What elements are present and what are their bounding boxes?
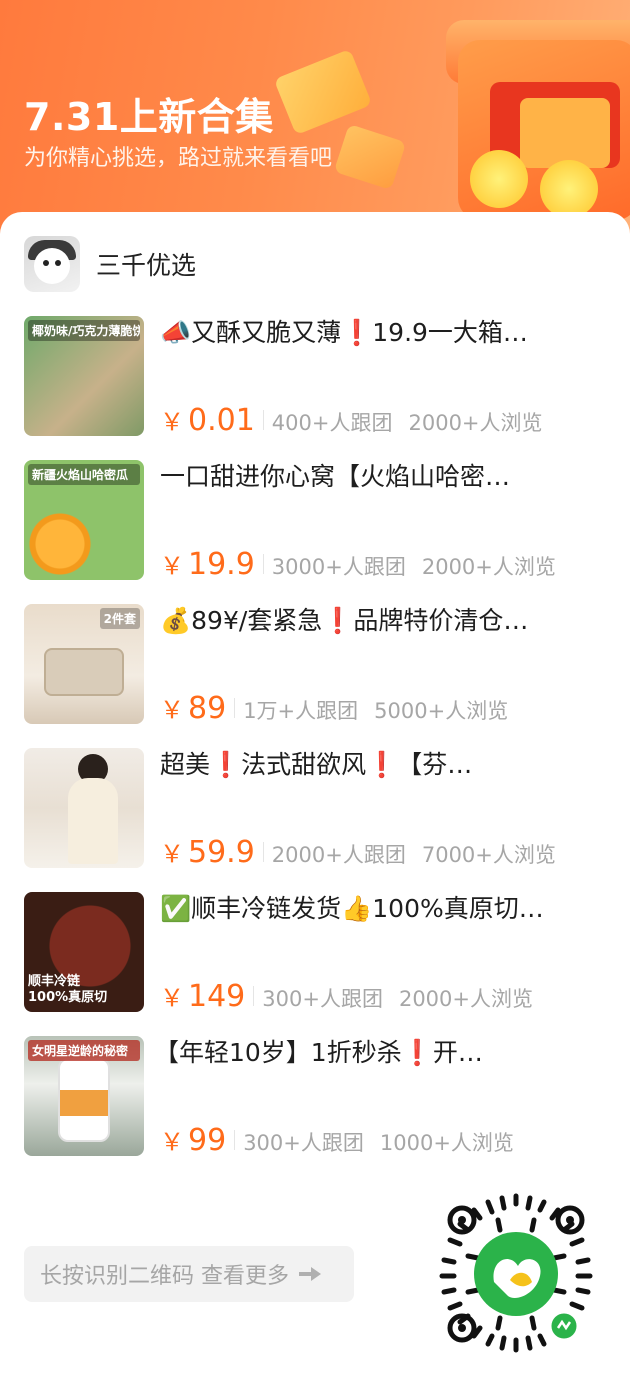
product-title[interactable]: 超美❗️法式甜欲风❗️【芬… [160,748,600,782]
product-price: ￥ 89 [160,691,227,726]
dress-image [68,778,118,864]
shop-header[interactable]: 三千优选 [24,236,196,292]
product-price: ￥ 0.01 [160,403,255,438]
product-title[interactable]: 📣又酥又脆又薄❗️19.9一大箱… [160,316,600,350]
group-count: 1万+人跟团 [243,699,359,723]
product-item[interactable]: 新疆火焰山哈密瓜 一口甜进你心窝【火焰山哈密… ￥ 19.9 3000+人跟团 2… [24,460,614,582]
group-count: 2000+人跟团 [271,843,406,867]
product-title[interactable]: 一口甜进你心窝【火焰山哈密… [160,460,600,494]
view-count: 5000+人浏览 [374,699,509,723]
product-thumbnail[interactable] [24,748,144,868]
hand-point-right-icon [299,1267,323,1281]
product-thumbnail[interactable]: 新疆火焰山哈密瓜 [24,460,144,580]
product-meta: ￥ 59.9 2000+人跟团 7000+人浏览 [160,834,572,870]
coin-icon [470,150,528,208]
coin-icon [540,160,598,218]
long-press-text: 长按识别二维码 查看更多 [40,1264,289,1289]
page-subtitle: 为你精心挑选，路过就来看看吧 [24,146,333,171]
group-count: 400+人跟团 [271,411,393,435]
avatar[interactable] [24,236,80,292]
product-item[interactable]: 女明星逆龄的秘密 【年轻10岁】1折秒杀❗️开… ￥ 99 300+人跟团 100… [24,1036,614,1158]
group-count: 300+人跟团 [243,1131,364,1155]
product-item[interactable]: 2件套 💰89¥/套紧急❗️品牌特价清仓… ￥ 89 1万+人跟团 5000+人浏… [24,604,614,726]
gift-card-icon [520,98,610,168]
thumbnail-badge: 顺丰冷链 100%真原切 [28,974,108,1005]
product-title[interactable]: ✅顺丰冷链发货👍100%真原切… [160,892,600,926]
product-price: ￥ 149 [160,979,246,1014]
product-thumbnail[interactable]: 顺丰冷链 100%真原切 [24,892,144,1012]
red-envelope-icon [333,123,407,191]
product-meta: ￥ 19.9 3000+人跟团 2000+人浏览 [160,546,572,582]
product-title[interactable]: 【年轻10岁】1折秒杀❗️开… [154,1036,594,1070]
divider [262,410,264,430]
thumbnail-tag: 椰奶味/巧克力薄脆饼干 [28,320,140,341]
product-item[interactable]: 椰奶味/巧克力薄脆饼干 📣又酥又脆又薄❗️19.9一大箱… ￥0.01 400+… [24,316,614,438]
view-count: 2000+人浏览 [421,555,556,579]
product-meta: ￥ 149 300+人跟团 2000+人浏览 [160,978,549,1014]
product-thumbnail[interactable]: 椰奶味/巧克力薄脆饼干 [24,316,144,436]
product-item[interactable]: 超美❗️法式甜欲风❗️【芬… ￥ 59.9 2000+人跟团 7000+人浏览 [24,748,614,870]
group-count: 3000+人跟团 [271,555,406,579]
product-price: ￥ 59.9 [160,835,255,870]
mini-program-qr-code[interactable] [432,1190,600,1358]
thumbnail-tag: 女明星逆龄的秘密 [28,1040,140,1061]
thumbnail-tag: 2件套 [99,608,140,629]
view-count: 7000+人浏览 [421,843,556,867]
cookware-image [44,648,124,696]
page-title: 7.31上新合集 [24,95,274,139]
product-thumbnail[interactable]: 女明星逆龄的秘密 [24,1036,144,1156]
product-item[interactable]: 顺丰冷链 100%真原切 ✅顺丰冷链发货👍100%真原切… ￥ 149 300+人… [24,892,614,1014]
supplement-bottle-image [58,1058,110,1142]
divider [234,1130,236,1150]
divider [262,554,264,574]
thumbnail-tag: 新疆火焰山哈密瓜 [28,464,140,485]
view-count: 2000+人浏览 [398,987,533,1011]
product-meta: ￥ 89 1万+人跟团 5000+人浏览 [160,690,524,726]
divider [234,698,236,718]
divider [262,842,264,862]
product-meta: ￥ 99 300+人跟团 1000+人浏览 [160,1122,530,1158]
product-title[interactable]: 💰89¥/套紧急❗️品牌特价清仓… [160,604,600,638]
product-price: ￥ 19.9 [160,547,255,582]
view-count: 1000+人浏览 [379,1131,514,1155]
group-count: 300+人跟团 [262,987,383,1011]
shop-name[interactable]: 三千优选 [96,246,196,282]
red-envelope-icon [273,48,373,136]
product-price: ￥ 99 [160,1123,227,1158]
divider [253,986,255,1006]
long-press-hint: 长按识别二维码 查看更多 [24,1246,354,1302]
header-banner: 7.31上新合集 为你精心挑选，路过就来看看吧 [0,0,630,240]
product-thumbnail[interactable]: 2件套 [24,604,144,724]
view-count: 2000+人浏览 [408,411,543,435]
product-meta: ￥ 0.01 400+人跟团 2000+人浏览 [160,402,559,438]
